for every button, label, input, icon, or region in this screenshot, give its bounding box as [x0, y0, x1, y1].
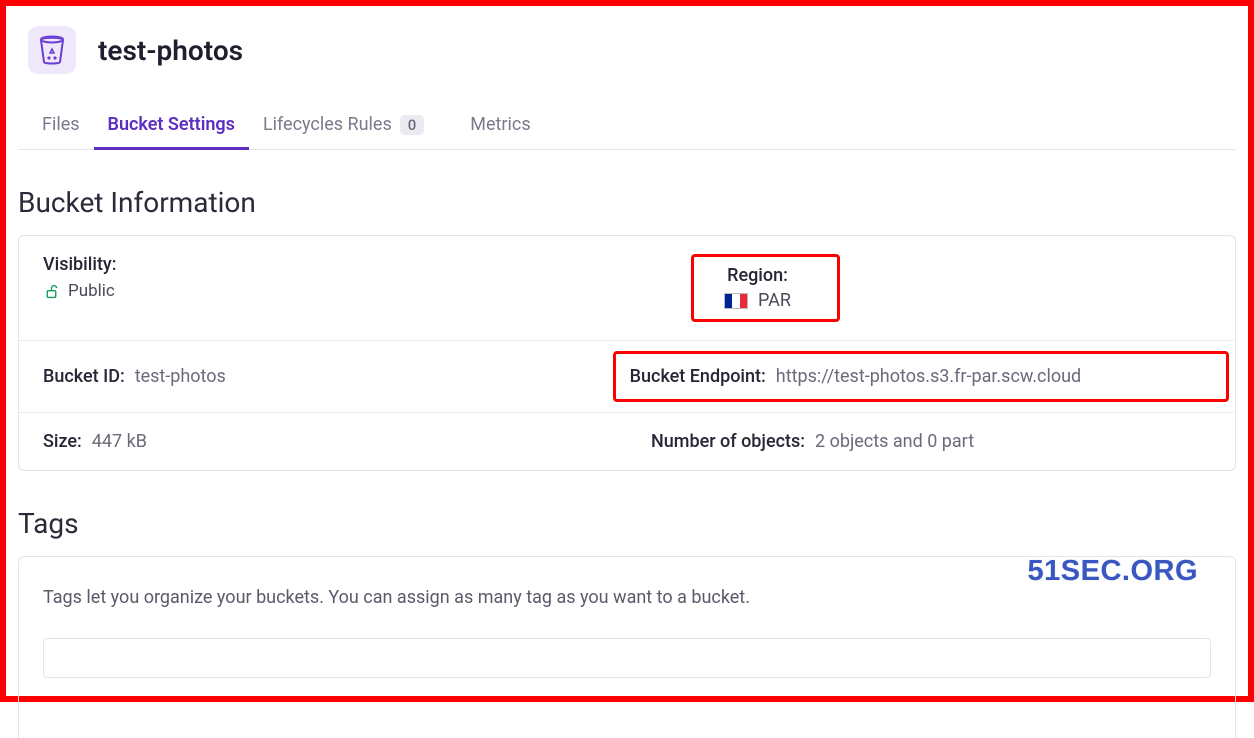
endpoint-label: Bucket Endpoint:: [630, 366, 766, 387]
info-row-visibility-region: Visibility: Public Region: PAR: [19, 236, 1235, 341]
objects-label: Number of objects:: [651, 431, 805, 452]
tabs: Files Bucket Settings Lifecycles Rules 0…: [18, 102, 1236, 150]
tab-lifecycle-rules-label: Lifecycles Rules: [263, 114, 392, 135]
size-cell: Size: 447 kB: [19, 413, 627, 470]
visibility-label: Visibility:: [43, 254, 603, 275]
tab-files-label: Files: [42, 114, 80, 135]
info-row-id-endpoint: Bucket ID: test-photos Bucket Endpoint: …: [19, 341, 1235, 413]
bucket-info-card: Visibility: Public Region: PAR: [18, 235, 1236, 471]
tags-card: Tags let you organize your buckets. You …: [18, 556, 1236, 738]
tab-lifecycle-rules[interactable]: Lifecycles Rules 0: [249, 102, 438, 149]
bucket-icon: [28, 26, 76, 74]
tab-bucket-settings[interactable]: Bucket Settings: [94, 102, 249, 149]
tab-bucket-settings-label: Bucket Settings: [108, 114, 235, 135]
objects-cell: Number of objects: 2 objects and 0 part: [627, 413, 1235, 470]
size-label: Size:: [43, 431, 82, 452]
size-value: 447 kB: [92, 431, 147, 452]
endpoint-highlight: Bucket Endpoint: https://test-photos.s3.…: [613, 351, 1229, 402]
app-frame: test-photos Files Bucket Settings Lifecy…: [0, 0, 1254, 702]
info-row-size-objects: Size: 447 kB Number of objects: 2 object…: [19, 413, 1235, 470]
bucket-id-label: Bucket ID:: [43, 366, 125, 387]
visibility-cell: Visibility: Public: [19, 236, 627, 340]
bucket-info-title: Bucket Information: [18, 186, 1236, 219]
tab-metrics-label: Metrics: [470, 114, 530, 135]
objects-value: 2 objects and 0 part: [815, 431, 974, 452]
region-label: Region:: [727, 265, 788, 286]
tab-files[interactable]: Files: [28, 102, 94, 149]
page-title: test-photos: [98, 34, 243, 67]
bucket-id-value: test-photos: [135, 366, 226, 387]
tab-metrics[interactable]: Metrics: [456, 102, 544, 149]
region-highlight: Region: PAR: [691, 254, 840, 322]
france-flag-icon: [724, 293, 748, 309]
region-cell: Region: PAR: [627, 236, 1235, 340]
region-value: PAR: [758, 290, 791, 311]
region-value-line: PAR: [724, 290, 791, 311]
tags-input[interactable]: [43, 638, 1211, 678]
header: test-photos: [18, 26, 1236, 74]
visibility-value: Public: [68, 281, 115, 301]
tags-description: Tags let you organize your buckets. You …: [43, 587, 1211, 608]
unlock-icon: [43, 283, 60, 300]
lifecycle-count-badge: 0: [400, 115, 425, 135]
bucket-id-cell: Bucket ID: test-photos: [19, 341, 603, 412]
endpoint-value: https://test-photos.s3.fr-par.scw.cloud: [776, 366, 1081, 387]
tags-title: Tags: [18, 507, 1236, 540]
visibility-value-line: Public: [43, 281, 603, 301]
endpoint-cell: Bucket Endpoint: https://test-photos.s3.…: [603, 341, 1235, 412]
